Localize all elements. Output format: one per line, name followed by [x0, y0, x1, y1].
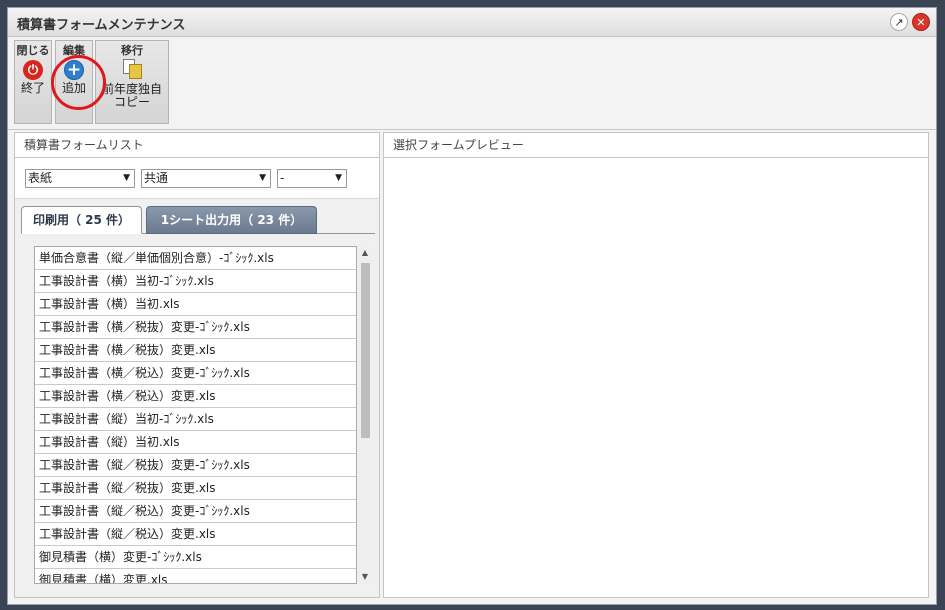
- scroll-up-icon[interactable]: ▲: [358, 246, 372, 260]
- tabs-area: 印刷用（ 25 件） 1シート出力用（ 23 件） 単価合意書（縦／単価個別合意…: [15, 199, 379, 597]
- copy-previous-year-button[interactable]: 前年度独自 コピー: [96, 58, 168, 109]
- form-list-title: 積算書フォームリスト: [15, 133, 379, 158]
- list-item[interactable]: 工事設計書（縦／税抜）変更-ｺﾞｼｯｸ.xls: [35, 454, 356, 477]
- scroll-down-icon[interactable]: ▼: [358, 570, 372, 584]
- chevron-down-icon: ▼: [335, 173, 342, 183]
- filter-bar: 表紙 ▼ 共通 ▼ - ▼: [15, 158, 379, 199]
- preview-panel: 選択フォームプレビュー: [383, 132, 929, 598]
- scope-select[interactable]: 共通 ▼: [141, 169, 271, 188]
- list-item[interactable]: 工事設計書（縦／税抜）変更.xls: [35, 477, 356, 500]
- group-label-close: 閉じる: [16, 44, 50, 57]
- list-item[interactable]: 御見積書（横）変更.xls: [35, 569, 356, 583]
- exit-button-label: 終了: [20, 81, 45, 95]
- popout-icon[interactable]: ↗: [890, 13, 908, 31]
- power-icon: ⏻: [23, 60, 43, 80]
- category-select[interactable]: 表紙 ▼: [25, 169, 135, 188]
- form-list-panel: 積算書フォームリスト 表紙 ▼ 共通 ▼ - ▼ 印刷用（ 25 件） 1シート…: [14, 132, 380, 598]
- scroll-thumb[interactable]: [361, 263, 370, 438]
- sub-select[interactable]: - ▼: [277, 169, 347, 188]
- list-item[interactable]: 工事設計書（縦）当初.xls: [35, 431, 356, 454]
- toolbar-group-close: 閉じる ⏻ 終了: [14, 40, 52, 124]
- close-icon[interactable]: ✕: [912, 13, 930, 31]
- group-label-migrate: 移行: [121, 44, 143, 57]
- list-item[interactable]: 工事設計書（横）当初-ｺﾞｼｯｸ.xls: [35, 270, 356, 293]
- copy-icon: [121, 59, 143, 81]
- list-item[interactable]: 工事設計書（横／税抜）変更-ｺﾞｼｯｸ.xls: [35, 316, 356, 339]
- tab-print[interactable]: 印刷用（ 25 件）: [21, 206, 142, 234]
- form-list: 単価合意書（縦／単価個別合意）-ｺﾞｼｯｸ.xls 工事設計書（横）当初-ｺﾞｼ…: [34, 246, 357, 584]
- list-item[interactable]: 工事設計書（横／税抜）変更.xls: [35, 339, 356, 362]
- sub-select-value: -: [280, 171, 285, 185]
- toolbar-group-migrate: 移行 前年度独自 コピー: [95, 40, 169, 124]
- chevron-down-icon: ▼: [123, 173, 130, 183]
- title-bar: 積算書フォームメンテナンス ↗ ✕: [8, 8, 936, 37]
- chevron-down-icon: ▼: [259, 173, 266, 183]
- toolbar: 閉じる ⏻ 終了 編集 + 追加 移行 前年度独自 コピー: [8, 37, 936, 130]
- list-scrollbar[interactable]: ▲ ▼: [358, 246, 372, 584]
- list-item[interactable]: 工事設計書（横）当初.xls: [35, 293, 356, 316]
- list-item[interactable]: 単価合意書（縦／単価個別合意）-ｺﾞｼｯｸ.xls: [35, 247, 356, 270]
- list-item[interactable]: 工事設計書（横／税込）変更.xls: [35, 385, 356, 408]
- preview-title: 選択フォームプレビュー: [384, 133, 928, 158]
- list-item[interactable]: 工事設計書（横／税込）変更-ｺﾞｼｯｸ.xls: [35, 362, 356, 385]
- list-item[interactable]: 工事設計書（縦／税込）変更.xls: [35, 523, 356, 546]
- highlight-ring: [51, 55, 106, 110]
- exit-button[interactable]: ⏻ 終了: [15, 58, 51, 95]
- form-maintenance-window: 積算書フォームメンテナンス ↗ ✕ 閉じる ⏻ 終了 編集 + 追加 移行 前年…: [7, 7, 937, 605]
- list-item[interactable]: 御見積書（横）変更-ｺﾞｼｯｸ.xls: [35, 546, 356, 569]
- copy-button-label-line1: 前年度独自: [101, 82, 162, 96]
- scope-select-value: 共通: [144, 171, 169, 185]
- list-item[interactable]: 工事設計書（縦／税込）変更-ｺﾞｼｯｸ.xls: [35, 500, 356, 523]
- window-title: 積算書フォームメンテナンス: [17, 18, 186, 33]
- list-item[interactable]: 工事設計書（縦）当初-ｺﾞｼｯｸ.xls: [35, 408, 356, 431]
- copy-button-label-line2: コピー: [113, 95, 150, 109]
- tab-single-sheet[interactable]: 1シート出力用（ 23 件）: [146, 206, 317, 234]
- category-select-value: 表紙: [28, 171, 53, 185]
